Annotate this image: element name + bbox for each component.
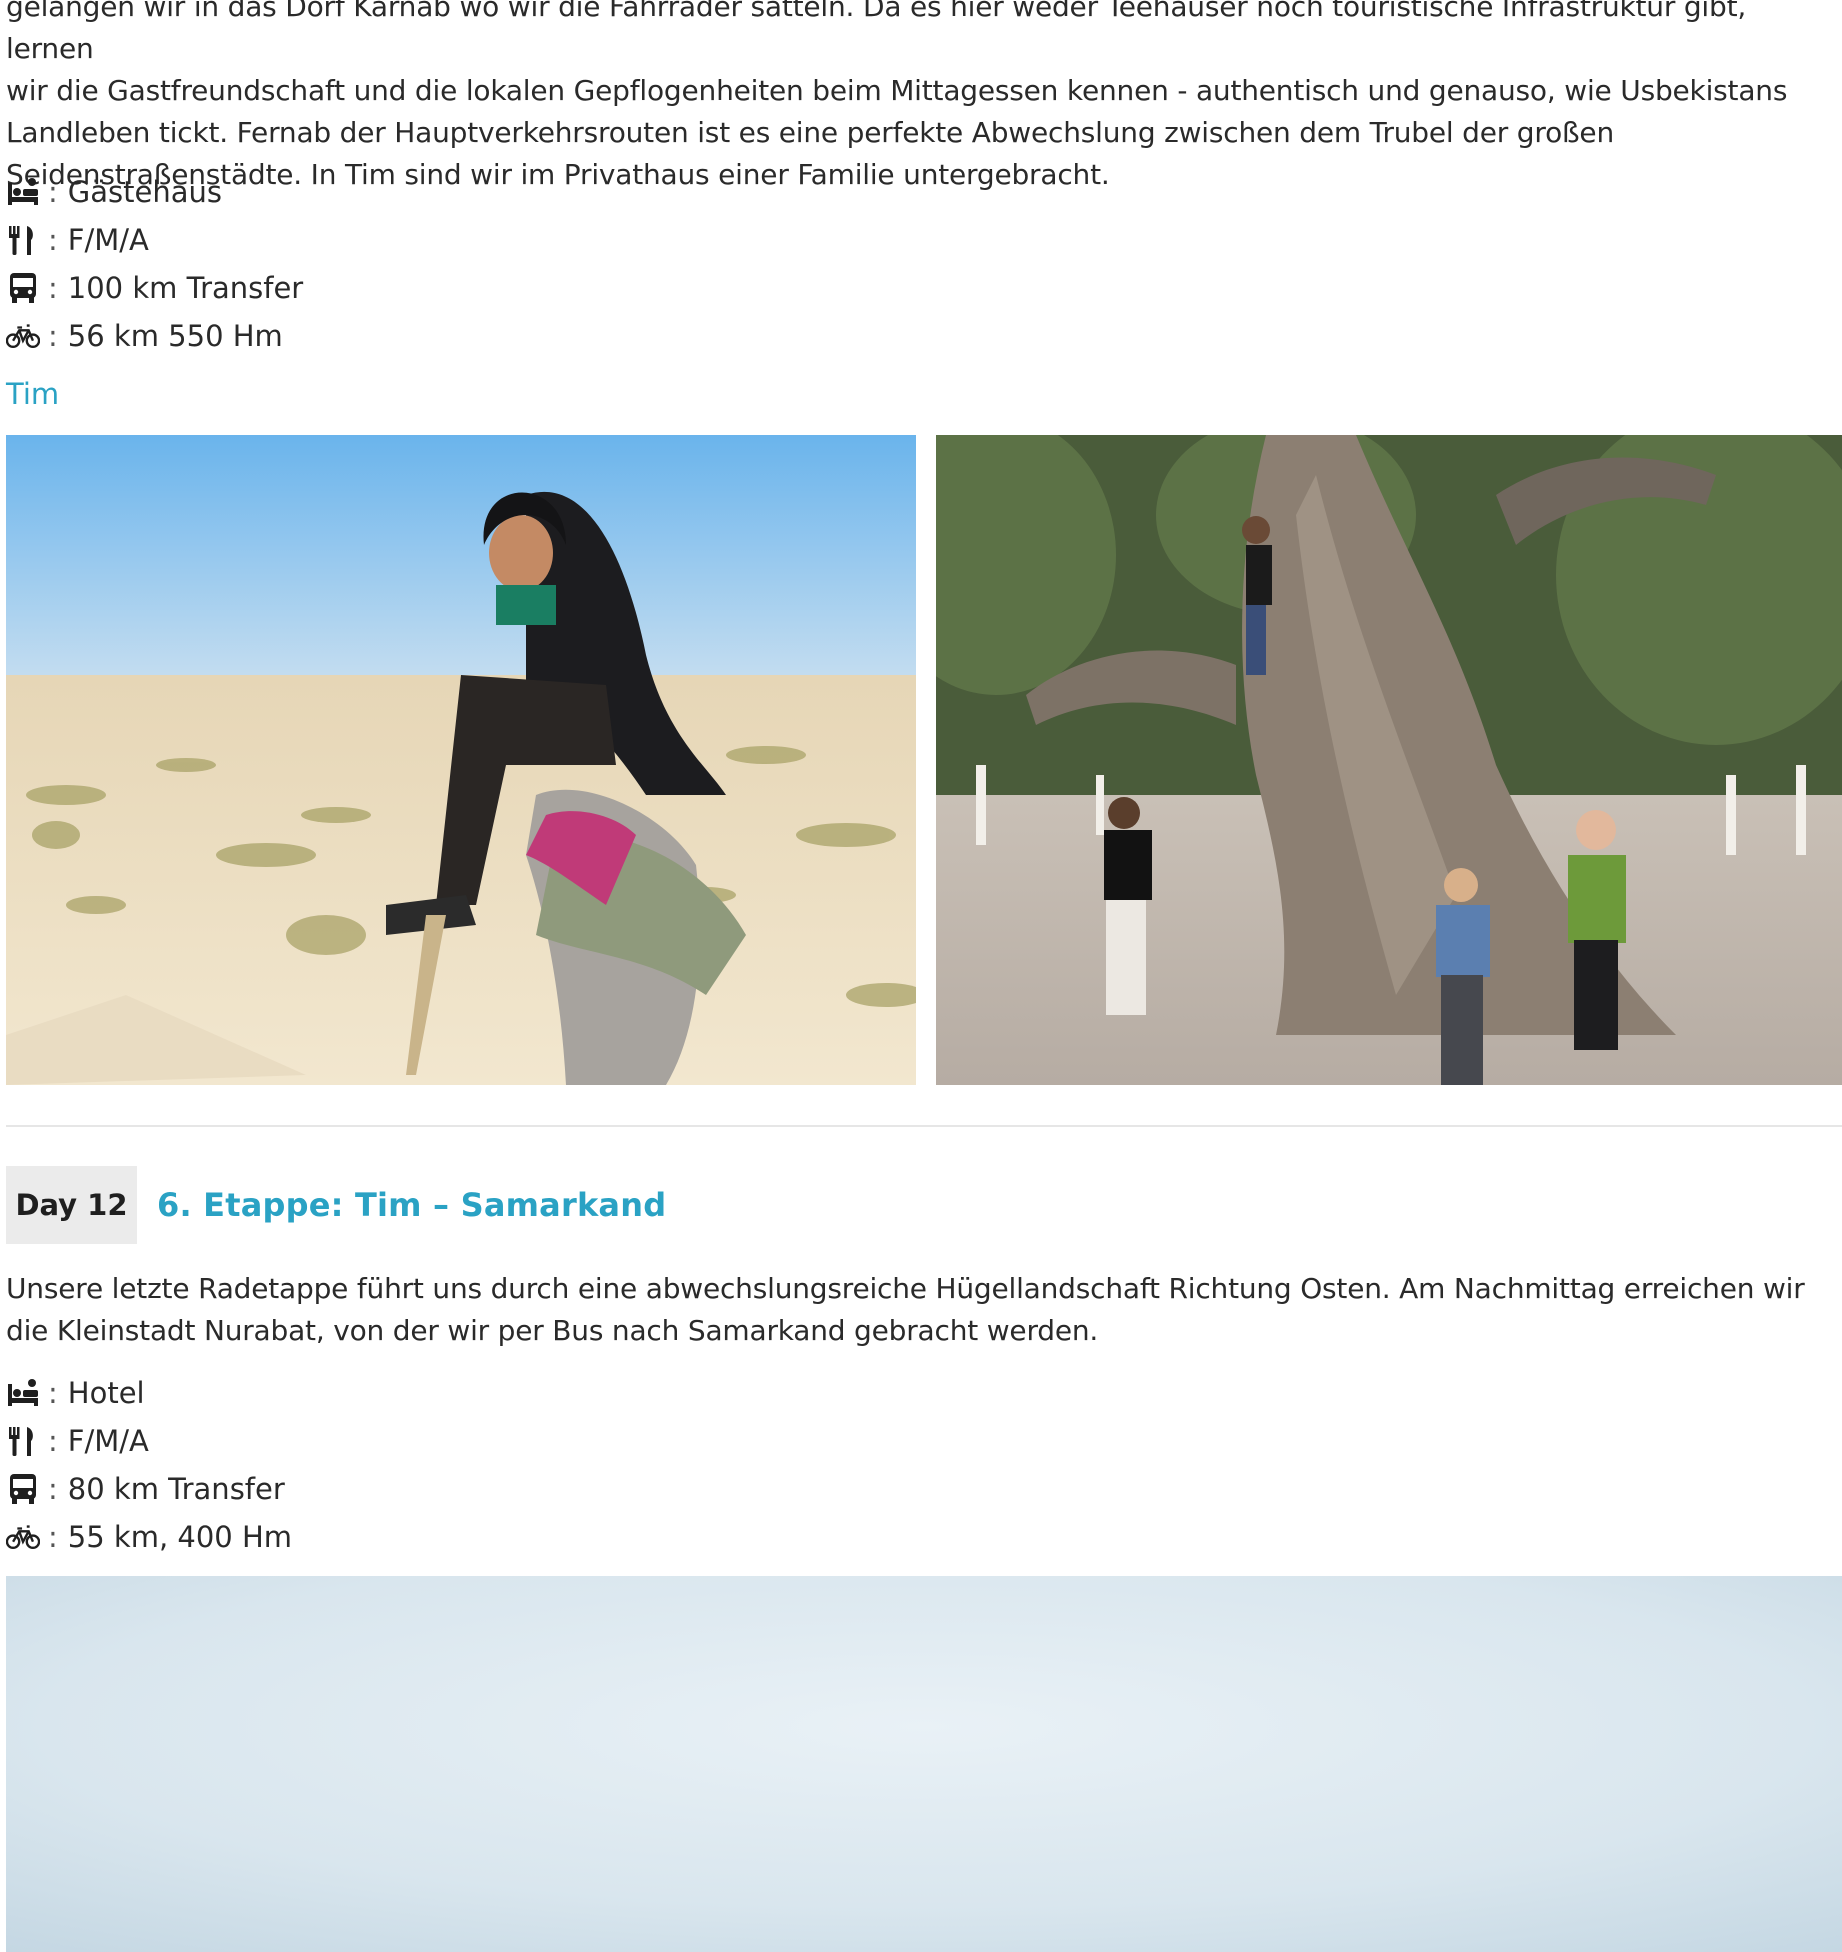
fact-text: 100 km Transfer <box>67 271 304 305</box>
place-link-tim[interactable]: Tim <box>6 377 59 411</box>
day11-paragraph: gelangen wir in das Dorf Karnab wo wir d… <box>6 0 1842 196</box>
section-divider <box>6 1125 1842 1127</box>
fact-meals: : F/M/A <box>6 216 303 264</box>
paragraph-line: wir die Gastfreundschaft und die lokalen… <box>6 74 1788 107</box>
bed-icon <box>6 1376 40 1410</box>
paragraph-line: die Kleinstadt Nurabat, von der wir per … <box>6 1314 1099 1347</box>
fact-separator: : <box>48 1520 58 1554</box>
fact-meals: : F/M/A <box>6 1417 292 1465</box>
fact-cycling: : 55 km, 400 Hm <box>6 1513 292 1561</box>
paragraph-line: Landleben tickt. Fernab der Hauptverkehr… <box>6 116 1615 149</box>
day12-facts: : Hotel : F/M/A : 80 km Transfer : 55 km… <box>6 1369 292 1561</box>
fact-separator: : <box>48 271 58 305</box>
day-badge: Day 12 <box>6 1166 137 1244</box>
fact-text: F/M/A <box>67 1424 149 1458</box>
paragraph-line: Unsere letzte Radetappe führt uns durch … <box>6 1272 1805 1305</box>
photo-old-tree[interactable] <box>936 435 1842 1085</box>
bed-icon <box>6 175 40 209</box>
fact-separator: : <box>48 1376 58 1410</box>
fact-text: 56 km 550 Hm <box>67 319 283 353</box>
paragraph-line: gelangen wir in das Dorf Karnab wo wir d… <box>6 0 1747 65</box>
fact-text: Hotel <box>67 1376 145 1410</box>
fact-accommodation: : Hotel <box>6 1369 292 1417</box>
fact-text: Gästehaus <box>67 175 222 209</box>
bus-icon <box>6 271 40 305</box>
day12-paragraph: Unsere letzte Radetappe führt uns durch … <box>6 1268 1805 1352</box>
fact-separator: : <box>48 1424 58 1458</box>
fact-separator: : <box>48 223 58 257</box>
photo-man-on-donkey[interactable] <box>6 435 916 1085</box>
bicycle-icon <box>6 319 40 353</box>
cutlery-icon <box>6 223 40 257</box>
cutlery-icon <box>6 1424 40 1458</box>
fact-transfer: : 100 km Transfer <box>6 264 303 312</box>
fact-text: 80 km Transfer <box>67 1472 285 1506</box>
fact-cycling: : 56 km 550 Hm <box>6 312 303 360</box>
fact-separator: : <box>48 1472 58 1506</box>
fact-transfer: : 80 km Transfer <box>6 1465 292 1513</box>
fact-separator: : <box>48 175 58 209</box>
bicycle-icon <box>6 1520 40 1554</box>
bus-icon <box>6 1472 40 1506</box>
fact-text: 55 km, 400 Hm <box>67 1520 293 1554</box>
fact-text: F/M/A <box>67 223 149 257</box>
day11-facts: : Gästehaus : F/M/A : 100 km Transfer : … <box>6 168 303 360</box>
fact-separator: : <box>48 319 58 353</box>
day-title: 6. Etappe: Tim – Samarkand <box>157 1186 667 1224</box>
fact-accommodation: : Gästehaus <box>6 168 303 216</box>
day12-header: Day 12 6. Etappe: Tim – Samarkand <box>6 1166 666 1244</box>
photo-hazy-sky[interactable] <box>6 1576 1842 1952</box>
